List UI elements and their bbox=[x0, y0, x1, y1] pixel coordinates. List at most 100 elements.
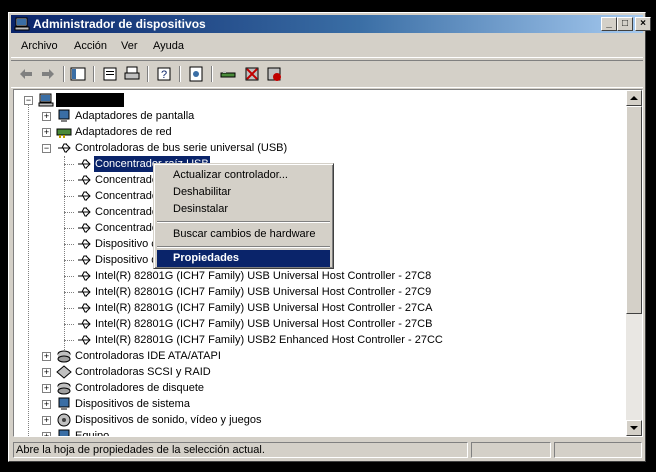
expand-icon[interactable]: + bbox=[42, 400, 51, 409]
status-pane bbox=[554, 442, 642, 458]
tree-item-equipment[interactable]: + Equipo bbox=[14, 428, 314, 437]
network-adapter-icon bbox=[56, 128, 72, 138]
usb-icon bbox=[78, 255, 91, 265]
scroll-down-button[interactable] bbox=[626, 420, 642, 436]
tree-label: Adaptadores de red bbox=[75, 126, 172, 138]
tree-line bbox=[64, 164, 74, 165]
tree-item-usb-child[interactable]: Intel(R) 82801G (ICH7 Family) USB Univer… bbox=[14, 268, 474, 284]
arrow-up-icon bbox=[630, 96, 638, 100]
tree-item-usb-controllers[interactable]: − Controladoras de bus serie universal (… bbox=[14, 140, 334, 156]
menu-bar: Archivo Acción Ver Ayuda bbox=[11, 35, 643, 58]
computer-icon bbox=[14, 17, 30, 31]
tree-line bbox=[64, 308, 74, 309]
tree-item-system-devices[interactable]: + Dispositivos de sistema bbox=[14, 396, 314, 412]
update-driver-icon[interactable] bbox=[219, 65, 237, 83]
maximize-button[interactable]: □ bbox=[617, 17, 633, 31]
back-icon[interactable] bbox=[17, 65, 35, 83]
close-button[interactable]: × bbox=[635, 17, 651, 31]
scroll-thumb[interactable] bbox=[626, 106, 642, 314]
print-icon[interactable] bbox=[123, 65, 141, 83]
menu-accion[interactable]: Acción bbox=[74, 40, 107, 52]
usb-icon bbox=[78, 303, 91, 313]
menu-item-uninstall[interactable]: Desinstalar bbox=[157, 201, 330, 218]
uninstall-icon[interactable] bbox=[243, 65, 261, 83]
arrow-down-icon bbox=[630, 426, 638, 430]
tree-label: Concentrado bbox=[95, 190, 158, 202]
expand-icon[interactable]: + bbox=[42, 416, 51, 425]
expand-icon[interactable]: + bbox=[42, 112, 51, 121]
toolbar: ? bbox=[11, 60, 643, 88]
tree-label: Dispositivos de sonido, vídeo y juegos bbox=[75, 414, 262, 426]
status-bar: Abre la hoja de propiedades de la selecc… bbox=[11, 441, 643, 459]
tree-line bbox=[64, 292, 74, 293]
expand-icon[interactable]: + bbox=[42, 384, 51, 393]
tree-label: Equipo bbox=[75, 430, 110, 437]
tree-line bbox=[64, 180, 74, 181]
tree-line bbox=[64, 228, 74, 229]
expand-icon[interactable]: + bbox=[42, 352, 51, 361]
menu-ver[interactable]: Ver bbox=[121, 40, 138, 52]
usb-icon bbox=[78, 159, 91, 169]
context-menu: Actualizar controlador... Deshabilitar D… bbox=[153, 163, 334, 269]
tree-label: Concentrado bbox=[95, 222, 158, 234]
floppy-controller-icon bbox=[57, 382, 71, 395]
scan-hardware-icon[interactable] bbox=[187, 65, 205, 83]
tree-line bbox=[64, 212, 74, 213]
tree-item-usb-child[interactable]: Intel(R) 82801G (ICH7 Family) USB Univer… bbox=[14, 284, 474, 300]
menu-archivo[interactable]: Archivo bbox=[21, 40, 58, 52]
tree-item-usb-child[interactable]: Intel(R) 82801G (ICH7 Family) USB Univer… bbox=[14, 316, 474, 332]
collapse-icon[interactable]: − bbox=[24, 96, 33, 105]
usb-icon bbox=[78, 223, 91, 233]
tree-item-usb-child[interactable]: Intel(R) 82801G (ICH7 Family) USB Univer… bbox=[14, 300, 474, 316]
speaker-icon bbox=[57, 413, 71, 427]
show-hide-tree-icon[interactable] bbox=[69, 65, 87, 83]
collapse-icon[interactable]: − bbox=[42, 144, 51, 153]
menu-item-disable[interactable]: Deshabilitar bbox=[157, 184, 330, 201]
forward-icon[interactable] bbox=[39, 65, 57, 83]
help-icon[interactable]: ? bbox=[155, 65, 173, 83]
tree-label: Controladoras de bus serie universal (US… bbox=[75, 142, 288, 154]
computer-icon bbox=[38, 93, 54, 107]
menu-ayuda[interactable]: Ayuda bbox=[153, 40, 184, 52]
tree-item-network-adapters[interactable]: + Adaptadores de red bbox=[14, 124, 314, 140]
tree-root[interactable]: − bbox=[14, 92, 214, 108]
toolbar-separator bbox=[211, 66, 213, 82]
disable-icon[interactable] bbox=[265, 65, 283, 83]
expand-icon[interactable]: + bbox=[42, 128, 51, 137]
tree-item-display-adapters[interactable]: + Adaptadores de pantalla bbox=[14, 108, 314, 124]
expand-icon[interactable]: + bbox=[42, 368, 51, 377]
window-title: Administrador de dispositivos bbox=[33, 17, 206, 31]
tree-item-usb-child[interactable]: Intel(R) 82801G (ICH7 Family) USB2 Enhan… bbox=[14, 332, 474, 348]
tree-line bbox=[64, 324, 74, 325]
tree-label: Adaptadores de pantalla bbox=[75, 110, 195, 122]
toolbar-separator bbox=[147, 66, 149, 82]
usb-icon bbox=[58, 143, 71, 153]
tree-item-scsi-raid[interactable]: + Controladoras SCSI y RAID bbox=[14, 364, 314, 380]
scsi-icon bbox=[56, 365, 72, 379]
menu-item-update-driver[interactable]: Actualizar controlador... bbox=[157, 167, 330, 184]
scroll-up-button[interactable] bbox=[626, 90, 642, 106]
system-device-icon bbox=[58, 397, 70, 410]
usb-icon bbox=[78, 287, 91, 297]
menu-separator bbox=[157, 221, 330, 223]
tree-item-floppy-controllers[interactable]: + Controladores de disquete bbox=[14, 380, 314, 396]
usb-icon bbox=[78, 175, 91, 185]
tree-label: Dispositivos de sistema bbox=[75, 398, 190, 410]
vertical-scrollbar[interactable] bbox=[626, 90, 642, 436]
properties-icon[interactable] bbox=[101, 65, 119, 83]
menu-item-properties[interactable]: Propiedades bbox=[157, 250, 330, 267]
toolbar-separator bbox=[93, 66, 95, 82]
status-text: Abre la hoja de propiedades de la selecc… bbox=[13, 442, 468, 458]
tree-line bbox=[64, 196, 74, 197]
expand-icon[interactable]: + bbox=[42, 432, 51, 436]
menu-item-scan-hardware[interactable]: Buscar cambios de hardware bbox=[157, 226, 330, 243]
tree-label: Intel(R) 82801G (ICH7 Family) USB Univer… bbox=[95, 318, 433, 330]
tree-item-ide-controllers[interactable]: + Controladoras IDE ATA/ATAPI bbox=[14, 348, 314, 364]
tree-line bbox=[64, 260, 74, 261]
minimize-button[interactable]: _ bbox=[601, 17, 617, 31]
title-bar[interactable]: Administrador de dispositivos _ □ × bbox=[11, 15, 651, 33]
toolbar-separator bbox=[63, 66, 65, 82]
usb-icon bbox=[78, 271, 91, 281]
tree-item-sound-video[interactable]: + Dispositivos de sonido, vídeo y juegos bbox=[14, 412, 334, 428]
tree-line bbox=[64, 276, 74, 277]
